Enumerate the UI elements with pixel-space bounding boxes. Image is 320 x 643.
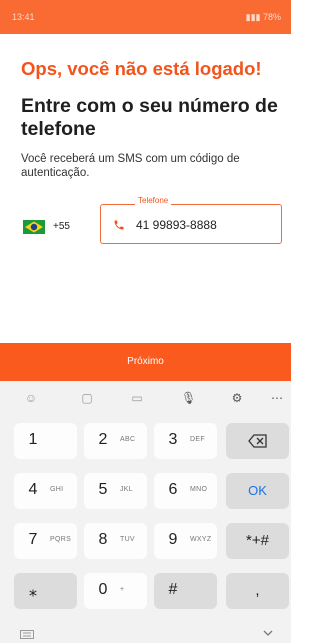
key-letters: MNO bbox=[190, 486, 208, 493]
battery-level: 78% bbox=[262, 12, 281, 22]
key-digit: 6 bbox=[168, 481, 178, 498]
key-digit: 3 bbox=[168, 431, 178, 448]
keyboard-toolbar: ☺ ▢ ▭ 🎙 ⚙ ⋯ bbox=[0, 381, 291, 414]
phone-input-label: Telefone bbox=[135, 196, 172, 205]
phone-icon bbox=[114, 220, 124, 230]
sms-info-text: Você receberá um SMS com um código de au… bbox=[21, 153, 240, 179]
page-title: Entre com o seu número de telefone bbox=[21, 95, 278, 140]
chevron-down-icon[interactable] bbox=[263, 630, 273, 637]
key-0[interactable]: 0 + bbox=[84, 573, 147, 609]
numeric-keyboard: ☺ ▢ ▭ 🎙 ⚙ ⋯ 1 2 ABC 3 DEF 4 GHI 5 JKL 6 … bbox=[0, 381, 291, 643]
key-digit: ⁎ bbox=[29, 583, 37, 600]
more-icon[interactable]: ⋯ bbox=[270, 391, 284, 405]
key-digit: 2 bbox=[98, 431, 108, 448]
next-button[interactable]: Próximo bbox=[0, 343, 291, 381]
key-letters: TUV bbox=[120, 536, 135, 543]
key-1[interactable]: 1 bbox=[14, 423, 77, 459]
key-letters: + bbox=[120, 586, 125, 593]
symbols-key[interactable]: *+# bbox=[226, 523, 289, 559]
key-letters: ABC bbox=[120, 436, 136, 443]
comma-key-label: , bbox=[255, 582, 260, 599]
emoji-icon[interactable]: ☺ bbox=[24, 391, 38, 405]
comma-key[interactable]: , bbox=[226, 573, 289, 609]
status-time: 13:41 bbox=[12, 12, 35, 22]
keyboard-hide-icon[interactable] bbox=[20, 630, 34, 639]
key-3[interactable]: 3 DEF bbox=[154, 423, 217, 459]
microphone-icon[interactable]: 🎙 bbox=[181, 391, 196, 405]
key-digit: 5 bbox=[98, 481, 108, 498]
key-digit: # bbox=[168, 581, 178, 598]
country-code[interactable]: +55 bbox=[53, 221, 70, 232]
key-letters: PQRS bbox=[50, 536, 72, 543]
key-digit: 7 bbox=[28, 531, 38, 548]
backspace-icon bbox=[248, 434, 267, 448]
key-5[interactable]: 5 JKL bbox=[84, 473, 147, 509]
key-letters: DEF bbox=[190, 436, 205, 443]
key-digit: 9 bbox=[168, 531, 178, 548]
key-hash[interactable]: # bbox=[154, 573, 217, 609]
key-7[interactable]: 7 PQRS bbox=[14, 523, 77, 559]
key-letters: GHI bbox=[50, 486, 64, 493]
signal-icon: ▮▮▮ bbox=[245, 12, 263, 22]
keyboard-bottom-bar bbox=[0, 626, 291, 643]
key-8[interactable]: 8 TUV bbox=[84, 523, 147, 559]
key-6[interactable]: 6 MNO bbox=[154, 473, 217, 509]
status-bar: 13:41 ▮▮▮ 78% bbox=[0, 0, 291, 34]
status-battery: ▮▮▮ 78% bbox=[246, 12, 281, 23]
key-letters: JKL bbox=[120, 486, 133, 493]
key-digit: 4 bbox=[28, 481, 38, 498]
key-star[interactable]: ⁎ bbox=[14, 573, 77, 609]
brazil-flag-icon[interactable] bbox=[23, 220, 45, 234]
ok-key-label: OK bbox=[248, 483, 267, 498]
sticker-icon[interactable]: ▢ bbox=[80, 391, 94, 405]
symbols-key-label: *+# bbox=[246, 532, 269, 549]
key-digit: 1 bbox=[28, 431, 38, 448]
not-logged-in-heading: Ops, você não está logado! bbox=[21, 58, 262, 79]
key-2[interactable]: 2 ABC bbox=[84, 423, 147, 459]
key-digit: 8 bbox=[98, 531, 108, 548]
gif-icon[interactable]: ▭ bbox=[130, 391, 144, 405]
key-digit: 0 bbox=[98, 581, 108, 598]
key-4[interactable]: 4 GHI bbox=[14, 473, 77, 509]
phone-input-value[interactable]: 41 99893-8888 bbox=[136, 218, 217, 232]
key-letters: WXYZ bbox=[190, 536, 212, 543]
ok-key[interactable]: OK bbox=[226, 473, 289, 509]
settings-icon[interactable]: ⚙ bbox=[230, 391, 244, 405]
key-9[interactable]: 9 WXYZ bbox=[154, 523, 217, 559]
backspace-key[interactable] bbox=[226, 423, 289, 459]
